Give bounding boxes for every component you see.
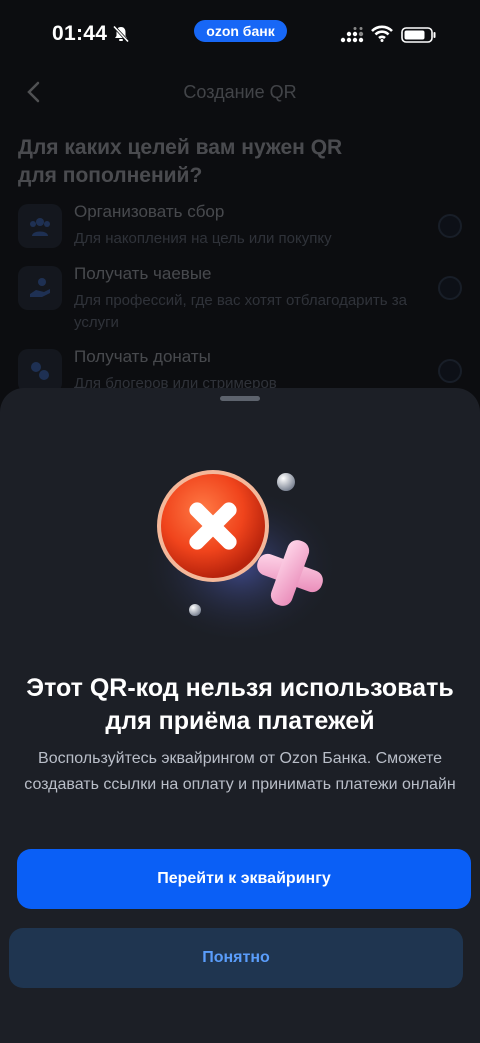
option-subtitle: Для профессий, где вас хотят отблагодари… (74, 292, 407, 331)
understood-button[interactable]: Понятно (9, 928, 463, 988)
go-to-acquiring-button[interactable]: Перейти к эквайрингу (17, 849, 471, 909)
question-heading: Для каких целей вам нужен QR для пополне… (18, 136, 343, 187)
signal-icon (340, 27, 364, 48)
option-subtitle: Для накопления на цель или покупку (74, 230, 332, 247)
donate-icon (18, 349, 62, 393)
option-radio[interactable] (438, 214, 462, 238)
sheet-drag-handle[interactable] (220, 396, 260, 401)
sheet-description: Воспользуйтесь эквайрингом от Ozon Банка… (24, 750, 456, 793)
status-bar: 01:44 ozon банк (0, 0, 480, 70)
error-x-illustration (140, 458, 340, 643)
bottom-sheet: Этот QR-код нельзя использовать для приё… (0, 388, 480, 1043)
sheet-title: Этот QR-код нельзя использовать для приё… (26, 674, 454, 735)
background-page: Создание QR Для каких целей вам нужен QR… (0, 70, 480, 400)
option-radio[interactable] (438, 276, 462, 300)
option-title: Организовать сбор (74, 202, 225, 221)
page-title: Создание QR (183, 82, 297, 102)
battery-icon (401, 27, 437, 48)
option-tips[interactable]: Получать чаевые Для профессий, где вас х… (18, 264, 478, 344)
wifi-icon (371, 25, 393, 47)
option-title: Получать чаевые (74, 264, 212, 283)
bank-pill: ozon банк (194, 20, 287, 42)
status-time: 01:44 (52, 22, 108, 45)
people-icon (18, 204, 62, 248)
option-title: Получать донаты (74, 347, 211, 366)
option-collect[interactable]: Организовать сбор Для накопления на цель… (18, 202, 478, 262)
option-radio[interactable] (438, 359, 462, 383)
tip-hand-icon (18, 266, 62, 310)
bell-muted-icon (112, 25, 130, 48)
